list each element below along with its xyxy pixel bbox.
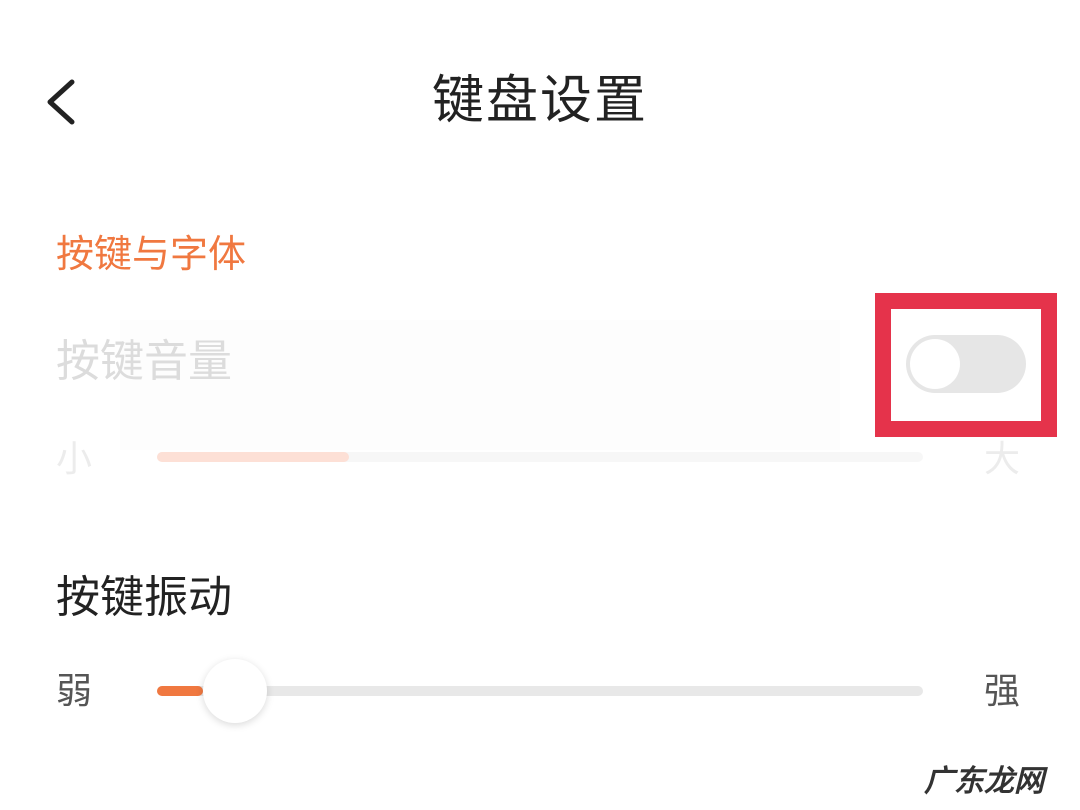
toggle-knob xyxy=(910,339,960,389)
key-vibration-label: 按键振动 xyxy=(56,572,232,623)
key-vibration-slider[interactable] xyxy=(157,686,923,696)
key-volume-label: 按键音量 xyxy=(56,336,232,387)
key-vibration-max-label: 强 xyxy=(984,671,1021,712)
key-vibration-slider-fill xyxy=(157,686,203,696)
keyboard-settings-page: 键盘设置 按键与字体 按键音量 小 大 按键振动 弱 强 广东龙网 xyxy=(0,0,1080,810)
key-volume-min-label: 小 xyxy=(56,439,93,480)
key-volume-max-label: 大 xyxy=(984,439,1021,480)
page-title: 键盘设置 xyxy=(431,71,648,131)
key-volume-slider[interactable] xyxy=(157,452,923,462)
watermark: 广东龙网 xyxy=(924,764,1044,799)
section-title: 按键与字体 xyxy=(56,232,247,276)
key-vibration-min-label: 弱 xyxy=(56,671,93,712)
key-volume-slider-fill xyxy=(157,452,349,462)
key-volume-toggle[interactable] xyxy=(906,335,1026,393)
key-vibration-slider-thumb[interactable] xyxy=(202,659,267,723)
